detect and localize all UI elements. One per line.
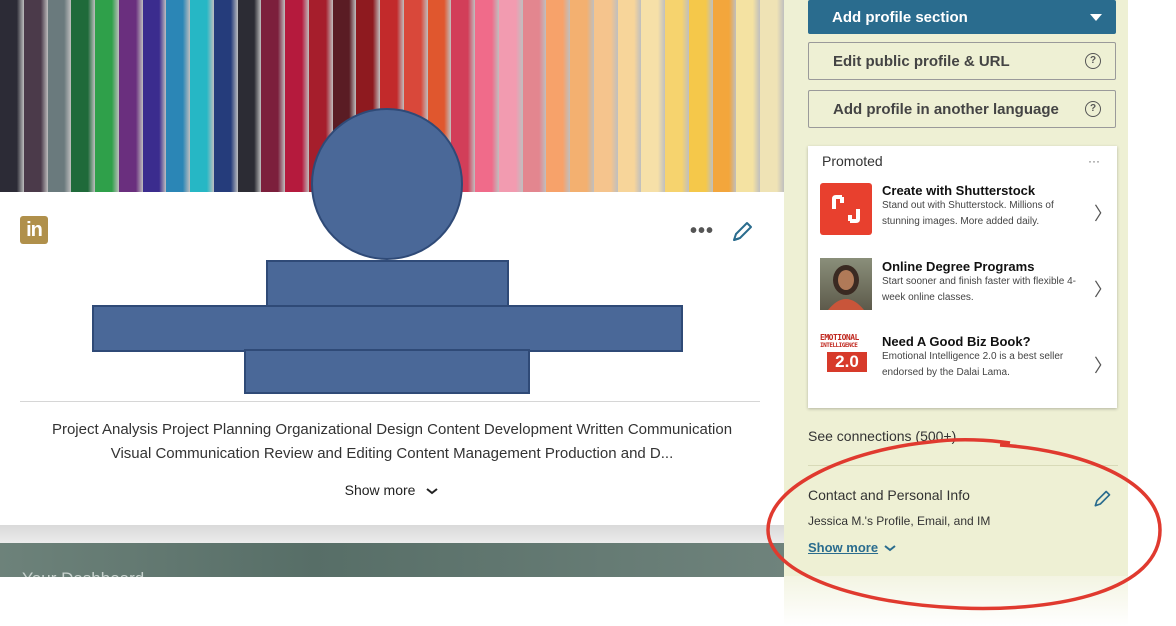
banner-pencil bbox=[47, 0, 72, 192]
book-cover-title-line: EMOTIONAL bbox=[820, 333, 859, 342]
ad-title: Online Degree Programs bbox=[882, 259, 1035, 274]
name-redaction-block bbox=[266, 260, 509, 307]
contact-show-more-link[interactable]: Show more bbox=[808, 540, 896, 555]
banner-pencil bbox=[570, 0, 594, 192]
more-options-icon[interactable]: ••• bbox=[690, 220, 714, 243]
add-profile-section-button[interactable]: Add profile section bbox=[808, 0, 1116, 34]
add-profile-section-label: Add profile section bbox=[832, 8, 968, 26]
banner-pencil bbox=[665, 0, 689, 192]
book-cover-title-line: INTELLIGENCE bbox=[820, 342, 858, 349]
chevron-down-icon bbox=[884, 540, 896, 555]
ad-title: Need A Good Biz Book? bbox=[882, 334, 1031, 349]
banner-pencil bbox=[475, 0, 499, 192]
banner-pencil bbox=[498, 0, 523, 192]
banner-pencil bbox=[213, 0, 238, 192]
banner-pencil bbox=[166, 0, 190, 192]
edit-public-profile-button[interactable]: Edit public profile & URL ? bbox=[808, 42, 1116, 80]
caret-down-icon bbox=[1090, 9, 1102, 26]
banner-pencil bbox=[712, 0, 737, 192]
banner-pencil bbox=[118, 0, 143, 192]
linkedin-logo: in bbox=[20, 216, 48, 244]
banner-pencil bbox=[261, 0, 285, 192]
ad-item[interactable]: Online Degree Programs Start sooner and … bbox=[882, 259, 1092, 306]
banner-pencil bbox=[23, 0, 48, 192]
chevron-down-icon bbox=[419, 482, 439, 498]
ad-description: Start sooner and finish faster with flex… bbox=[882, 276, 1076, 303]
edit-contact-pencil-icon[interactable] bbox=[1092, 489, 1112, 509]
banner-pencil bbox=[71, 0, 95, 192]
banner-pencil bbox=[237, 0, 262, 192]
edit-public-profile-label: Edit public profile & URL bbox=[833, 52, 1010, 70]
contact-info-title: Contact and Personal Info bbox=[808, 487, 970, 503]
chevron-right-icon[interactable]: 〉 bbox=[1094, 276, 1112, 302]
chevron-right-icon[interactable]: 〉 bbox=[1094, 352, 1112, 378]
ad-item[interactable]: Create with Shutterstock Stand out with … bbox=[882, 183, 1092, 230]
promoted-label: Promoted bbox=[822, 153, 883, 169]
help-icon[interactable]: ? bbox=[1085, 101, 1101, 117]
edit-profile-pencil-icon[interactable] bbox=[730, 220, 754, 244]
show-more-label: Show more bbox=[808, 540, 879, 555]
profile-photo-redaction bbox=[311, 108, 463, 260]
add-profile-language-button[interactable]: Add profile in another language ? bbox=[808, 90, 1116, 128]
banner-pencil bbox=[522, 0, 547, 192]
add-profile-language-label: Add profile in another language bbox=[833, 100, 1059, 118]
banner-pencil bbox=[688, 0, 713, 192]
chevron-right-icon[interactable]: 〉 bbox=[1094, 200, 1112, 226]
show-more-label: Show more bbox=[344, 482, 416, 498]
ad-title: Create with Shutterstock bbox=[882, 183, 1036, 198]
banner-pencil bbox=[285, 0, 309, 192]
summary-line-1: Project Analysis Project Planning Organi… bbox=[51, 421, 733, 438]
banner-pencil bbox=[736, 0, 760, 192]
book-cover-image[interactable]: EMOTIONAL INTELLIGENCE 2.0 bbox=[820, 333, 874, 385]
book-cover-edition: 2.0 bbox=[827, 352, 867, 372]
divider bbox=[808, 465, 1118, 466]
ad-description: Stand out with Shutterstock. Millions of… bbox=[882, 200, 1054, 227]
banner-pencil bbox=[95, 0, 119, 192]
banner-pencil bbox=[593, 0, 618, 192]
see-connections-link[interactable]: See connections (500+) bbox=[808, 428, 956, 444]
card-shadow bbox=[0, 525, 784, 543]
banner-pencil bbox=[0, 0, 24, 192]
banner-pencil bbox=[546, 0, 570, 192]
help-icon[interactable]: ? bbox=[1085, 53, 1101, 69]
summary-show-more-button[interactable]: Show more bbox=[0, 482, 784, 498]
profile-summary-text: Project Analysis Project Planning Organi… bbox=[14, 418, 770, 466]
dashboard-header: Your Dashboard bbox=[0, 543, 784, 577]
headline-redaction-block bbox=[92, 305, 683, 352]
shutterstock-logo-icon[interactable] bbox=[820, 183, 872, 235]
dashboard-title: Your Dashboard bbox=[22, 569, 144, 577]
divider bbox=[20, 401, 760, 402]
banner-pencil bbox=[641, 0, 665, 192]
summary-line-2: Visual Communication Review and Editing … bbox=[110, 445, 674, 462]
ad-description: Emotional Intelligence 2.0 is a best sel… bbox=[882, 351, 1064, 378]
sidebar-fade bbox=[784, 576, 1128, 626]
promoted-menu-icon[interactable]: ··· bbox=[1088, 154, 1100, 168]
ad-item[interactable]: Need A Good Biz Book? Emotional Intellig… bbox=[882, 334, 1092, 381]
banner-pencil bbox=[142, 0, 167, 192]
banner-pencil bbox=[190, 0, 214, 192]
online-degree-photo[interactable] bbox=[820, 258, 872, 310]
location-redaction-block bbox=[244, 349, 530, 394]
banner-pencil bbox=[760, 0, 784, 192]
banner-pencil bbox=[617, 0, 642, 192]
contact-info-subtitle: Jessica M.'s Profile, Email, and IM bbox=[808, 514, 991, 528]
